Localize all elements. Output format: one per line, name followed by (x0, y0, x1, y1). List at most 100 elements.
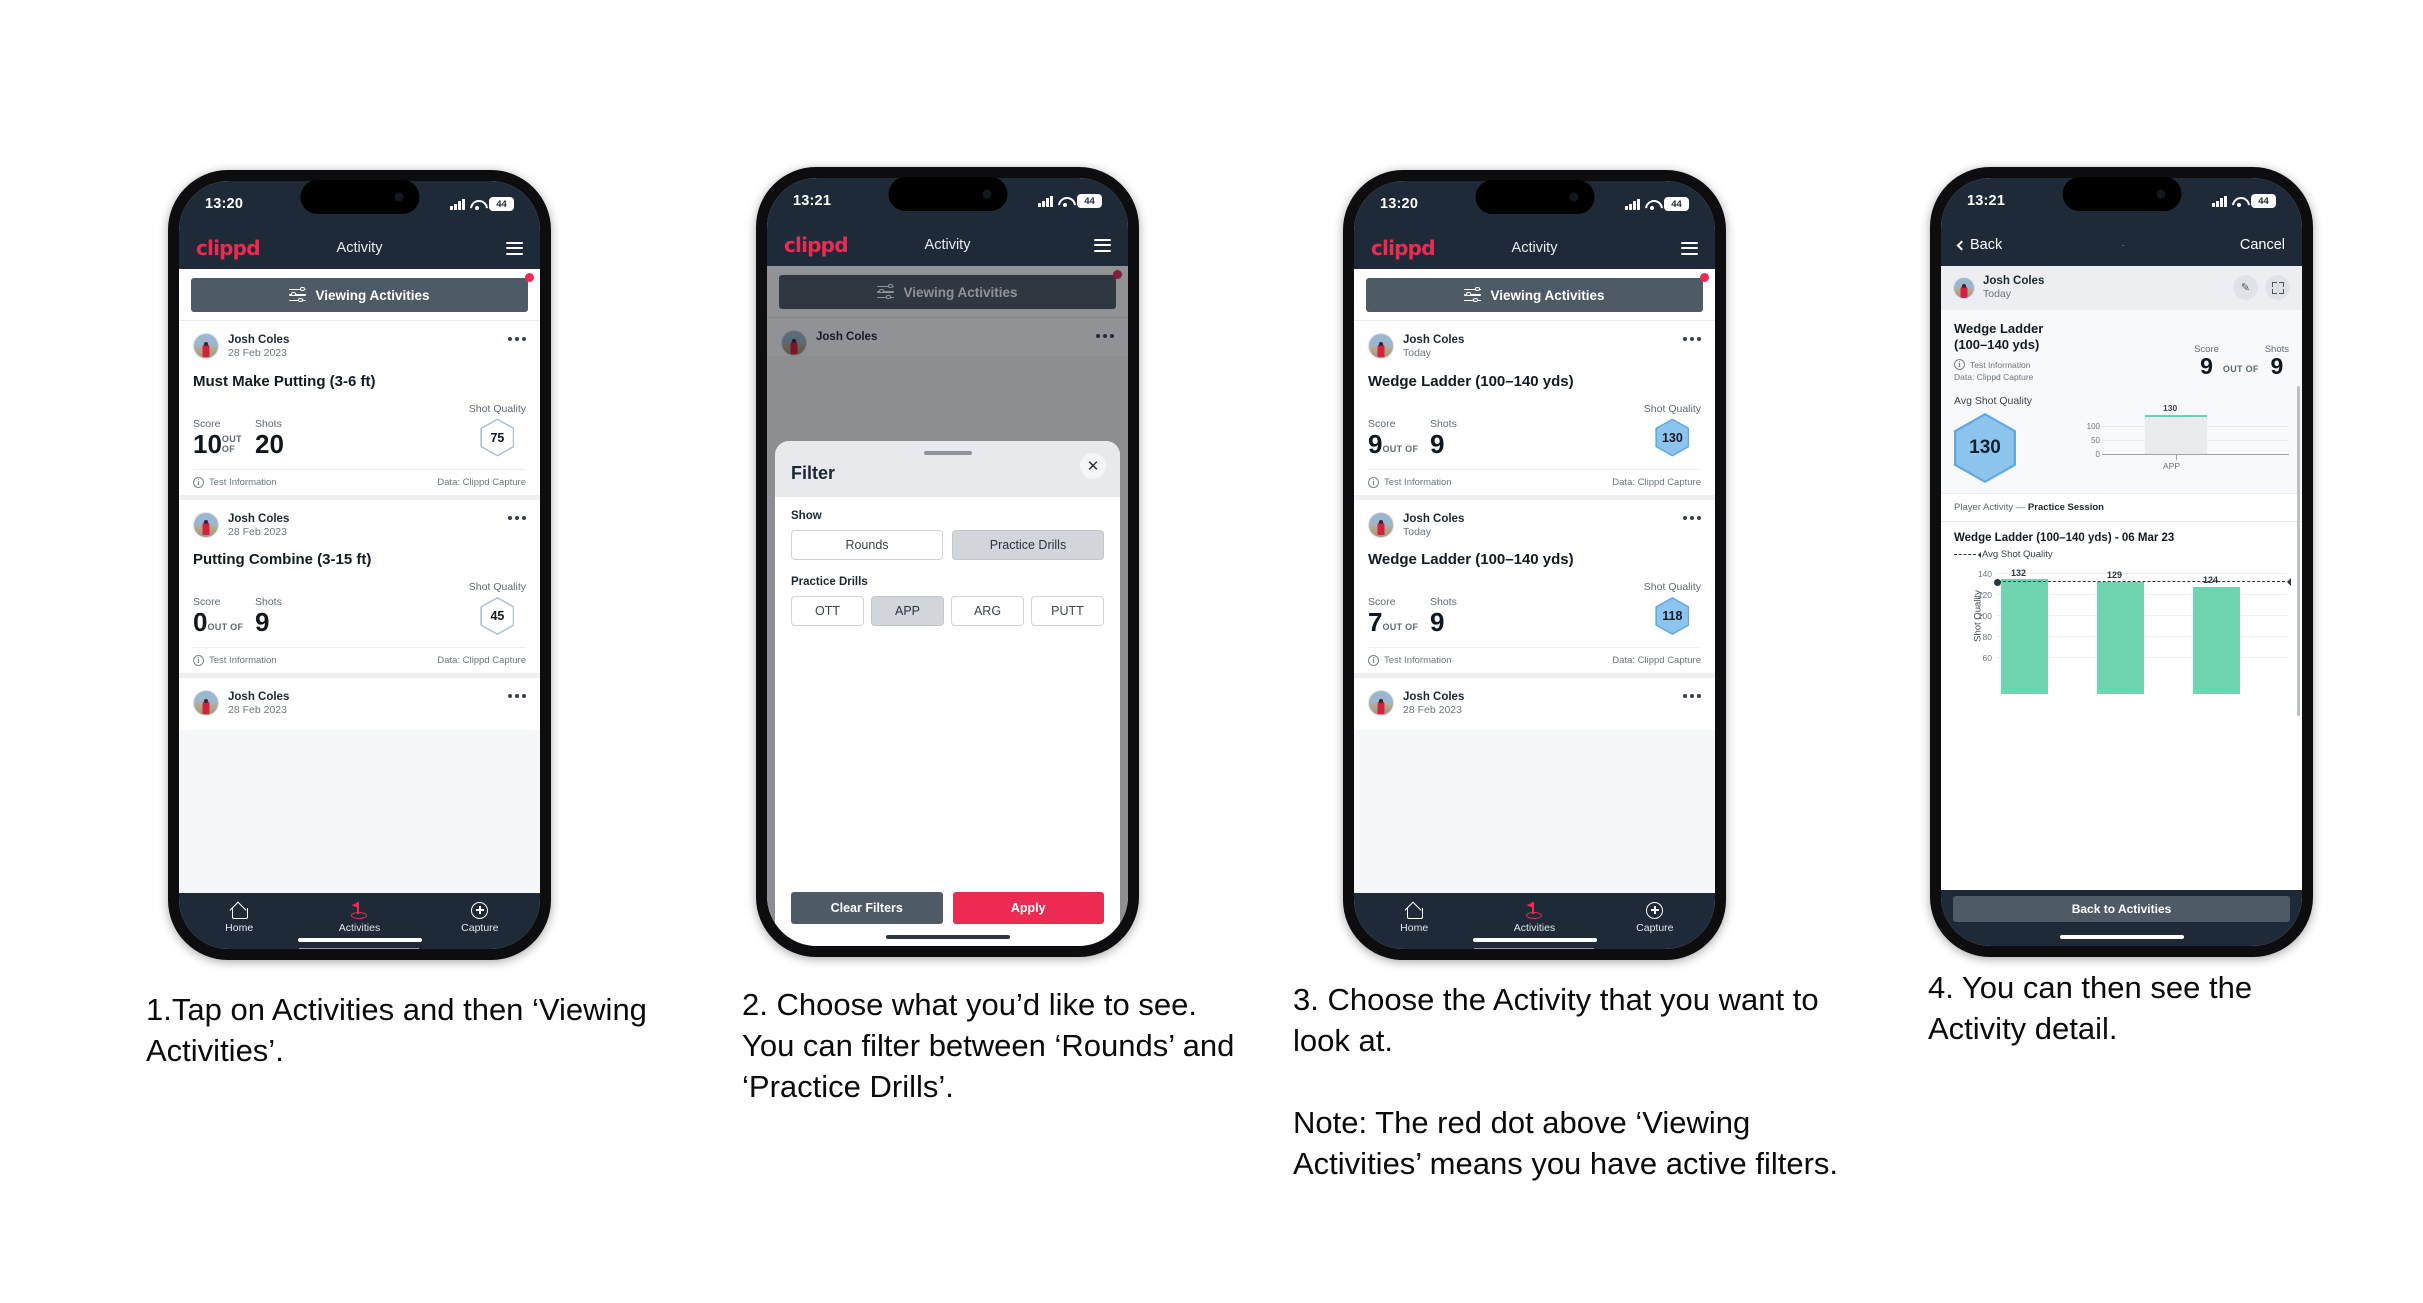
tab-activities[interactable]: Activities (1474, 900, 1595, 949)
scrollbar-thumb[interactable] (2297, 386, 2300, 716)
front-camera-icon (1569, 192, 1578, 202)
home-icon (1406, 903, 1424, 919)
home-icon (231, 903, 249, 919)
nav-center-dot: · (2121, 239, 2125, 251)
viewing-activities-label: Viewing Activities (315, 287, 430, 303)
menu-icon[interactable] (506, 241, 523, 255)
home-indicator (885, 934, 1010, 939)
option-app[interactable]: APP (871, 596, 944, 626)
page-title: Activity (1511, 240, 1558, 256)
activity-date: Today (1403, 525, 1432, 538)
activity-title: Must Make Putting (3-6 ft) (193, 372, 376, 390)
wifi-icon (470, 199, 484, 210)
clear-filters-button[interactable]: Clear Filters (791, 892, 943, 924)
shot-quality-stat: Shot Quality 130 (1644, 403, 1701, 457)
shot-quality-label: Shot Quality (468, 402, 526, 415)
viewing-activities-button[interactable]: Viewing Activities (191, 278, 528, 312)
tab-capture[interactable]: Capture (1595, 900, 1715, 934)
card-footer: i Test Information Data: Clippd Capture (1368, 468, 1701, 495)
shots-stat: Shots 9 (255, 596, 317, 635)
card-more-icon[interactable] (508, 333, 526, 341)
info-icon: i (1368, 476, 1379, 488)
drag-handle[interactable] (923, 451, 972, 455)
activity-card[interactable]: Josh Coles 28 Feb 2023 Putting Combine (… (179, 494, 540, 673)
shots-stat: Shots 9 (1430, 596, 1492, 635)
wifi-icon (1058, 196, 1072, 207)
score-stat: Score 10 OUT OF (193, 418, 255, 457)
app-top-bar: clippd Activity (179, 227, 540, 269)
test-information-label: Test Information (1384, 476, 1452, 488)
card-more-icon[interactable] (1683, 690, 1701, 698)
clippd-logo: clippd (784, 233, 849, 257)
menu-icon[interactable] (1094, 238, 1111, 252)
card-footer: i Test Information Data: Clippd Capture (193, 468, 526, 495)
viewing-activities-label: Viewing Activities (1490, 287, 1605, 303)
menu-icon[interactable] (1681, 241, 1698, 255)
bar-2-label: 129 (2107, 570, 2123, 580)
option-practice-drills[interactable]: Practice Drills (952, 530, 1104, 560)
test-information-label: Test Information (1384, 655, 1452, 666)
tab-home-label: Home (225, 922, 254, 934)
ytick-80: 80 (1982, 632, 1992, 642)
card-more-icon[interactable] (1683, 333, 1701, 341)
filter-sheet-header: Filter ✕ (775, 441, 1120, 497)
plus-circle-icon (1646, 901, 1664, 919)
status-time: 13:21 (793, 193, 832, 209)
activity-list-screen: Viewing Activities Josh Coles 28 Feb 202… (179, 269, 540, 893)
cancel-button[interactable]: Cancel (2240, 237, 2285, 253)
signal-icon (1038, 195, 1053, 207)
option-arg[interactable]: ARG (951, 596, 1024, 626)
activity-card[interactable]: Josh Coles 28 Feb 2023 (1354, 673, 1715, 730)
notch (1475, 180, 1594, 214)
ytick-120: 120 (1977, 590, 1992, 600)
user-name: Josh Coles (228, 512, 290, 525)
battery-icon: 44 (1664, 197, 1689, 211)
show-options: Rounds Practice Drills (791, 530, 1104, 560)
shot-quality-label: Shot Quality (1643, 402, 1701, 415)
card-more-icon[interactable] (508, 690, 526, 698)
tab-active-indicator (299, 947, 420, 949)
phone-4: 13:21 44 Back · Cancel Josh Coles Today … (1930, 167, 2313, 957)
status-time: 13:20 (1380, 196, 1419, 212)
pencil-icon[interactable]: ✎ (2233, 275, 2258, 301)
shot-quality-label: Shot Quality (1643, 581, 1701, 593)
back-to-activities-button[interactable]: Back to Activities (1953, 896, 2290, 922)
caption-1: 1.Tap on Activities and then ‘Viewing Ac… (146, 990, 666, 1072)
front-camera-icon (982, 189, 991, 199)
card-more-icon[interactable] (1683, 512, 1701, 520)
tab-home[interactable]: Home (179, 900, 299, 934)
score-value: 9 (2200, 353, 2213, 379)
home-indicator (297, 937, 422, 942)
tab-activities-label: Activities (338, 922, 381, 934)
avg-shot-quality-panel: Avg Shot Quality 130 130 100 50 0 APP (1941, 391, 2302, 493)
tab-capture[interactable]: Capture (420, 900, 540, 934)
tab-home[interactable]: Home (1354, 900, 1474, 934)
close-icon[interactable]: ✕ (1080, 453, 1106, 479)
front-camera-icon (2156, 189, 2165, 199)
back-button[interactable]: Back (1956, 237, 2002, 253)
score-value: 9 (1368, 428, 1383, 459)
page-title: Activity (336, 240, 383, 256)
shots-value: 20 (255, 428, 284, 459)
option-rounds[interactable]: Rounds (791, 530, 943, 560)
expand-icon[interactable] (2265, 275, 2290, 301)
activity-card[interactable]: Josh Coles 28 Feb 2023 (179, 673, 540, 730)
option-ott[interactable]: OTT (791, 596, 864, 626)
activity-card[interactable]: Josh Coles Today Wedge Ladder (100–140 y… (1354, 494, 1715, 673)
score-value: 7 (1368, 607, 1383, 637)
score-value: 0 (193, 607, 208, 637)
wifi-icon (2232, 196, 2246, 207)
info-icon: i (1954, 359, 1965, 370)
activity-date: 28 Feb 2023 (228, 347, 287, 360)
activity-card[interactable]: Josh Coles Today Wedge Ladder (100–140 y… (1354, 320, 1715, 495)
phone-1: 13:20 44 clippd Activity Viewing Activit… (168, 170, 551, 960)
activity-card[interactable]: Josh Coles 28 Feb 2023 Must Make Putting… (179, 320, 540, 495)
tab-activities[interactable]: Activities (299, 900, 420, 949)
shot-quality-bar-chart: Shot Quality 140 120 100 80 60 132 129 1… (1954, 568, 2291, 694)
viewing-activities-button[interactable]: Viewing Activities (1366, 278, 1703, 312)
apply-button[interactable]: Apply (952, 892, 1104, 924)
card-more-icon[interactable] (508, 512, 526, 520)
out-of-label: OUT OF (207, 622, 244, 632)
mini-bar (2145, 416, 2207, 455)
option-putt[interactable]: PUTT (1031, 596, 1104, 626)
